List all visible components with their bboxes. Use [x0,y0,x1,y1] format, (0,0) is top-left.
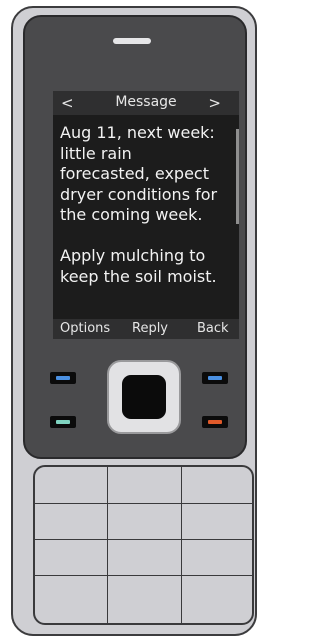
back-softkey[interactable]: Back [197,321,229,336]
earpiece-speaker [113,38,151,44]
keypad-key[interactable] [108,540,181,575]
keypad-key[interactable] [108,467,181,503]
keypad-key[interactable] [35,576,107,623]
call-button[interactable] [50,416,76,428]
keypad-key[interactable] [182,540,252,575]
keypad-key[interactable] [108,576,181,623]
keypad-key[interactable] [108,504,181,539]
keypad-key[interactable] [35,467,107,503]
end-call-button[interactable] [202,416,228,428]
keypad [33,465,254,625]
message-body: Aug 11, next week: little rain forecaste… [60,123,218,286]
options-softkey[interactable]: Options [60,321,110,336]
end-call-indicator [208,420,222,424]
keypad-key[interactable] [182,504,252,539]
left-softkey-button[interactable] [50,372,76,384]
call-indicator [56,420,70,424]
keypad-key[interactable] [182,467,252,503]
reply-softkey[interactable]: Reply [132,321,168,336]
scrollbar[interactable] [236,129,239,224]
softkey-bar: Options Reply Back [53,319,239,339]
right-softkey-indicator [208,376,222,380]
navigation-pad[interactable] [107,360,181,434]
keypad-key[interactable] [182,576,252,623]
keypad-key[interactable] [35,540,107,575]
keypad-key[interactable] [35,504,107,539]
phone-screen: < Message > Aug 11, next week: little ra… [53,91,239,339]
right-softkey-button[interactable] [202,372,228,384]
next-message-arrow-icon[interactable]: > [208,94,221,112]
left-softkey-indicator [56,376,70,380]
message-header: < Message > [53,91,239,115]
select-button[interactable] [122,375,166,419]
